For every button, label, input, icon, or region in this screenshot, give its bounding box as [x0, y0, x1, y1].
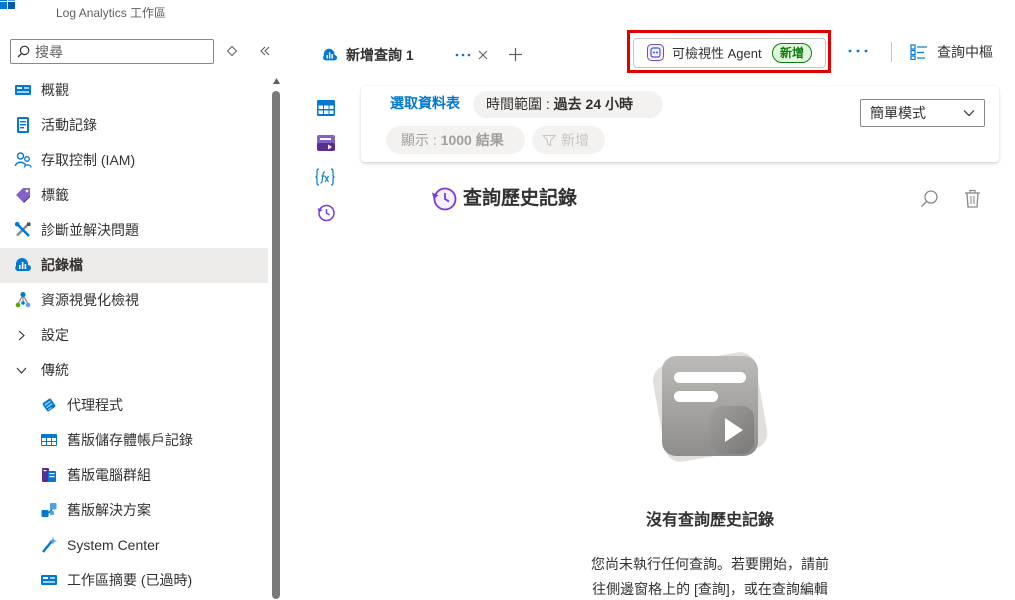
diamond-expand-icon[interactable] [226, 45, 238, 57]
sidebar-item-label: 舊版電腦群組 [67, 467, 151, 483]
sidebar-group-label: 設定 [41, 327, 69, 343]
delete-history-icon[interactable] [964, 189, 981, 208]
sidebar-item-label: 活動記錄 [41, 117, 97, 133]
search-icon[interactable] [920, 189, 939, 208]
resource-type-subtitle: Log Analytics 工作區 [56, 6, 167, 20]
mode-dropdown-value: 簡單模式 [870, 105, 926, 121]
mode-dropdown[interactable]: 簡單模式 [860, 99, 985, 127]
add-filter-button: 新增 [532, 126, 605, 154]
logs-icon [14, 256, 32, 274]
system-center-icon [40, 536, 58, 554]
agent-button-label: 可檢視性 Agent [672, 46, 762, 61]
sidebar-item-system-center[interactable]: System Center [0, 528, 268, 563]
resource-visualizer-icon [14, 291, 32, 309]
double-chevron-left-icon[interactable] [259, 45, 271, 57]
tables-icon[interactable] [316, 99, 336, 117]
logs-icon [322, 47, 338, 63]
tab-label: 新增查詢 1 [346, 47, 414, 63]
chevron-down-icon [16, 365, 27, 376]
sidebar-item-label: System Center [67, 537, 160, 553]
close-icon[interactable] [478, 50, 488, 60]
sidebar-scrollbar[interactable] [271, 76, 281, 600]
show-results-label: 顯示 : [401, 132, 441, 148]
storage-table-icon [40, 431, 58, 449]
functions-icon[interactable] [314, 167, 336, 187]
query-hub-button[interactable]: 查詢中樞 [908, 42, 1008, 62]
time-range-pill[interactable]: 時間範圍 : 過去 24 小時 [473, 91, 663, 118]
scroll-up-arrow-icon[interactable] [273, 78, 280, 84]
access-control-icon [14, 151, 32, 169]
sidebar-group-settings[interactable]: 設定 [0, 318, 268, 353]
empty-history-description-line2: 往側邊窗格上的 [查詢]，或在查詢編輯 [592, 581, 828, 597]
wrench-icon [14, 221, 32, 239]
show-results-pill: 顯示 : 1000 結果 [386, 126, 525, 154]
sidebar-item-legacy-computer-groups[interactable]: 舊版電腦群組 [0, 458, 268, 493]
more-dots-icon[interactable] [848, 49, 868, 53]
query-history-heading-icon [430, 185, 457, 212]
observability-agent-button[interactable]: 可檢視性 Agent 新增 [633, 38, 826, 68]
tag-icon [14, 186, 32, 204]
queries-icon[interactable] [316, 134, 336, 152]
sidebar-item-resource-visualizer[interactable]: 資源視覺化檢視 [0, 283, 268, 318]
more-dots-icon[interactable] [455, 53, 471, 57]
sidebar-item-overview[interactable]: 概觀 [0, 73, 268, 108]
sidebar-item-label: 資源視覺化檢視 [41, 292, 139, 308]
sidebar-item-tags[interactable]: 標籤 [0, 178, 268, 213]
sidebar-scrollbar-thumb[interactable] [272, 91, 280, 599]
overview-icon [14, 81, 32, 99]
sidebar-group-label: 傳統 [41, 362, 69, 378]
sidebar-item-label: 存取控制 (IAM) [41, 152, 136, 168]
empty-history-illustration [650, 346, 770, 466]
query-hub-label: 查詢中樞 [937, 44, 993, 60]
solutions-icon [40, 501, 58, 519]
filter-icon [542, 134, 556, 147]
workspace-summary-icon [40, 571, 58, 589]
chevron-down-icon [963, 108, 975, 118]
sidebar-item-label: 記錄檔 [41, 257, 83, 273]
query-tab[interactable]: 新增查詢 1 [308, 38, 498, 72]
search-input[interactable] [35, 40, 211, 63]
query-history-icon[interactable] [316, 203, 336, 223]
sidebar-item-label: 舊版解決方案 [67, 502, 151, 518]
search-icon [17, 45, 30, 58]
add-filter-label: 新增 [561, 132, 589, 148]
sidebar-item-activity-log[interactable]: 活動記錄 [0, 108, 268, 143]
sidebar-item-access-control[interactable]: 存取控制 (IAM) [0, 143, 268, 178]
sidebar-item-logs[interactable]: 記錄檔 [0, 248, 268, 283]
empty-history-title: 沒有查詢歷史記錄 [645, 512, 774, 529]
query-hub-icon [910, 44, 928, 60]
sidebar-item-workspace-summary[interactable]: 工作區摘要 (已過時) [0, 563, 268, 598]
sidebar-item-agents[interactable]: 代理程式 [0, 388, 268, 423]
sidebar-item-legacy-solutions[interactable]: 舊版解決方案 [0, 493, 268, 528]
new-badge: 新增 [772, 43, 812, 63]
query-history-title: 查詢歷史記錄 [463, 188, 578, 209]
sidebar-group-classic[interactable]: 傳統 [0, 353, 268, 388]
show-results-value: 1000 結果 [440, 132, 504, 148]
plus-icon[interactable] [509, 48, 522, 61]
sidebar-search[interactable] [10, 39, 214, 64]
sidebar-item-label: 工作區摘要 (已過時) [67, 572, 193, 588]
sidebar-item-label: 標籤 [41, 187, 69, 203]
sidebar-item-legacy-storage-logs[interactable]: 舊版儲存體帳戶記錄 [0, 423, 268, 458]
agents-icon [40, 396, 58, 414]
computer-groups-icon [40, 466, 58, 484]
sidebar-item-label: 概觀 [41, 82, 69, 98]
toolbar-divider [891, 42, 892, 62]
sidebar-item-diagnose[interactable]: 診斷並解決問題 [0, 213, 268, 248]
sidebar-item-label: 舊版儲存體帳戶記錄 [67, 432, 193, 448]
sidebar-item-label: 代理程式 [67, 397, 123, 413]
time-range-label: 時間範圍 : [486, 96, 554, 112]
log-analytics-workspace-icon [0, 0, 16, 12]
time-range-value: 過去 24 小時 [553, 96, 634, 112]
select-table-link[interactable]: 選取資料表 [390, 94, 460, 112]
activity-log-icon [14, 116, 32, 134]
sidebar-item-label: 診斷並解決問題 [41, 222, 139, 238]
empty-history-description-line1: 您尚未執行任何查詢。若要開始，請前 [591, 556, 829, 572]
agent-icon [647, 44, 664, 61]
chevron-right-icon [16, 330, 27, 341]
